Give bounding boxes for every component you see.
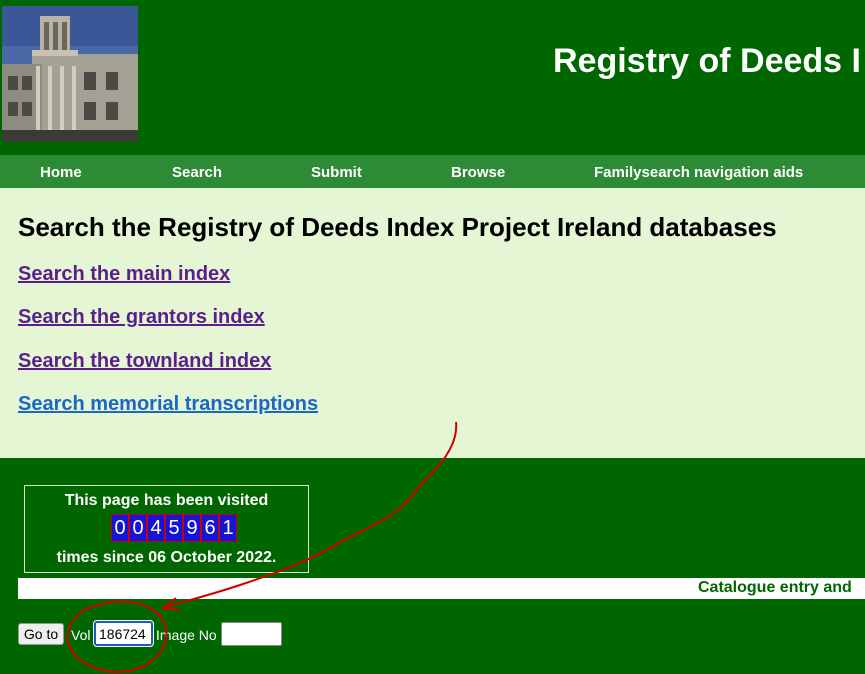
site-header: Registry of Deeds I (0, 0, 865, 155)
building-illustration (2, 6, 138, 142)
visit-counter: This page has been visited 0045961 times… (24, 485, 309, 573)
counter-digit: 5 (165, 514, 183, 542)
page-heading: Search the Registry of Deeds Index Proje… (18, 212, 777, 242)
nav-home[interactable]: Home (40, 155, 82, 188)
link-townland-index[interactable]: Search the townland index (18, 350, 271, 373)
counter-since-text: times since 06 October 2022. (56, 549, 277, 566)
counter-digit: 9 (183, 514, 201, 542)
main-nav: Home Search Submit Browse Familysearch n… (0, 155, 865, 188)
image-no-input[interactable] (221, 622, 282, 646)
go-to-button[interactable]: Go to (18, 623, 64, 645)
site-title: Registry of Deeds I (553, 42, 861, 80)
building-photo (2, 6, 138, 142)
counter-digit: 0 (111, 514, 129, 542)
nav-browse[interactable]: Browse (451, 155, 505, 188)
vol-input[interactable] (93, 620, 154, 647)
counter-digit: 4 (147, 514, 165, 542)
counter-digits: 0045961 (111, 514, 237, 542)
nav-familysearch-aids[interactable]: Familysearch navigation aids (594, 155, 803, 188)
counter-digit: 6 (201, 514, 219, 542)
vol-label: Vol (71, 627, 91, 643)
link-main-index[interactable]: Search the main index (18, 263, 230, 286)
link-grantors-index[interactable]: Search the grantors index (18, 306, 265, 329)
link-memorial-transcriptions[interactable]: Search memorial transcriptions (18, 393, 318, 416)
counter-digit: 0 (129, 514, 147, 542)
nav-search[interactable]: Search (172, 155, 222, 188)
news-ticker: Catalogue entry and (18, 578, 865, 599)
image-no-label: Image No (156, 627, 217, 643)
ticker-text: Catalogue entry and (698, 579, 852, 596)
counter-intro-text: This page has been visited (64, 492, 269, 509)
main-content: Search the Registry of Deeds Index Proje… (0, 188, 865, 458)
annotation-arrowhead (160, 597, 181, 611)
nav-submit[interactable]: Submit (311, 155, 362, 188)
counter-digit: 1 (219, 514, 237, 542)
